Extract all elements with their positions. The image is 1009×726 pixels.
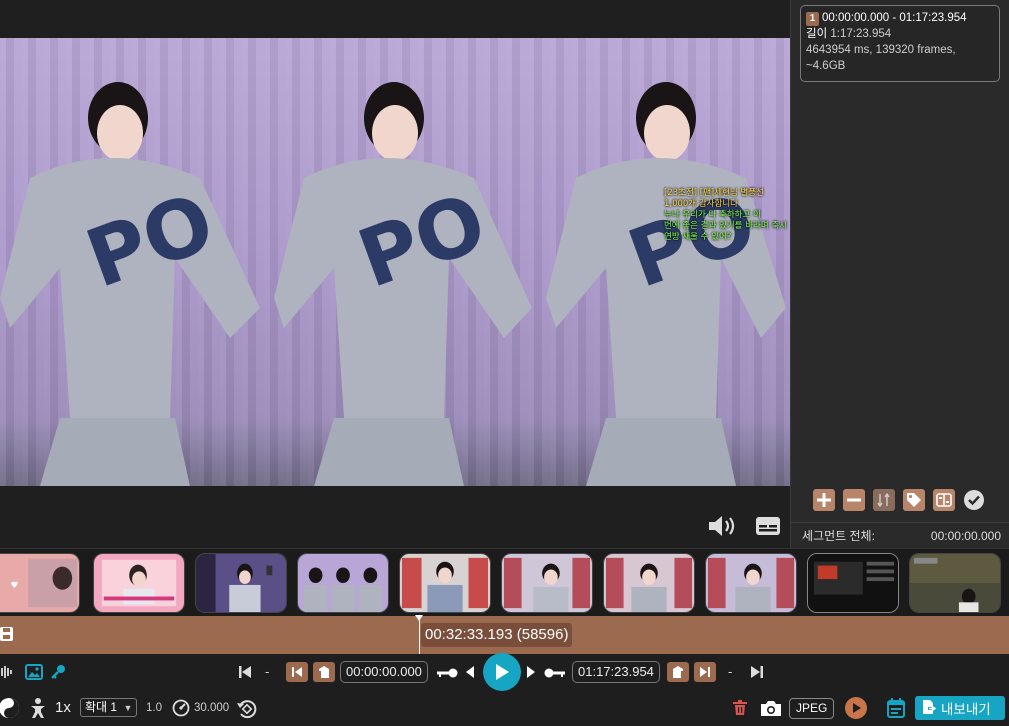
segment-item[interactable]: 1 00:00:00.000 - 01:17:23.954 길이 1:17:23.… (800, 5, 1000, 82)
segment-range: 00:00:00.000 - 01:17:23.954 (822, 12, 967, 24)
chat-overlay: [23초전] [팬]세현님 별풍선 1,000개 감사합니다 누나 우리가 다 … (664, 188, 790, 243)
bottom-toolbar: 1x 확대 1 ▼ 1.0 30.000 JPEG 내보내기 (0, 690, 1009, 726)
chat-line: 1,000개 감사합니다 (664, 199, 738, 209)
subtitles-icon[interactable] (753, 514, 783, 538)
jump-cut-start-button[interactable] (286, 662, 308, 682)
key-end-icon[interactable] (544, 666, 566, 684)
chat-line: 연방 새울 수 있어? (664, 232, 732, 242)
video-player[interactable]: PO PO PO [23초전] [팬]세현님 별풍선 1,000개 감사합니다 … (0, 0, 790, 548)
rotate-icon[interactable] (236, 698, 258, 725)
thumbnail[interactable] (297, 553, 389, 613)
segment-number-badge: 1 (806, 12, 819, 26)
jump-end-icon[interactable] (750, 665, 764, 684)
segment-length-label: 길이 (806, 28, 828, 40)
thumbnail[interactable] (195, 553, 287, 613)
playback-speed[interactable]: 1x (55, 699, 71, 716)
add-segment-button[interactable] (813, 489, 835, 511)
video-panel-right: PO (536, 38, 790, 486)
play-selection-icon[interactable] (844, 696, 868, 725)
thumbnail[interactable] (807, 553, 899, 613)
set-cut-end-icon[interactable] (667, 662, 689, 682)
thumbnail[interactable] (93, 553, 185, 613)
video-frame[interactable]: PO PO PO [23초전] [팬]세현님 별풍선 1,000개 감사합니다 … (0, 38, 790, 486)
cut-start-time-input[interactable]: 00:00:00.000 (340, 661, 428, 683)
jump-cut-end-button[interactable] (694, 662, 716, 682)
segments-total-label: 세그먼트 전체: (802, 529, 875, 543)
waveform-icon[interactable] (0, 665, 16, 684)
zoom-select-value: 확대 1 (85, 700, 118, 714)
gauge-icon[interactable] (172, 699, 190, 722)
zoom-value[interactable]: 1.0 (146, 702, 162, 714)
segment-toolbar (813, 489, 985, 511)
camera-icon[interactable] (760, 699, 782, 722)
separator-dash: - (728, 664, 733, 679)
export-label: 내보내기 (941, 702, 991, 717)
set-cut-start-icon[interactable] (313, 662, 335, 682)
volume-icon[interactable] (706, 512, 740, 540)
lossless-cut-window: PO PO PO [23초전] [팬]세현님 별풍선 1,000개 감사합니다 … (0, 0, 1009, 726)
svg-text:♥: ♥ (11, 581, 19, 591)
chevron-down-icon: ▼ (123, 703, 133, 713)
check-circle-icon[interactable] (963, 489, 985, 511)
segment-stats: 4643954 ms, 139320 frames, (806, 44, 956, 56)
key-start-icon[interactable] (436, 666, 458, 684)
remove-segment-button[interactable] (843, 489, 865, 511)
step-forward-icon[interactable] (526, 665, 536, 684)
segments-total-value: 00:00:00.000 (930, 528, 1001, 543)
timeline[interactable]: 00:32:33.193 (58596) (0, 615, 1009, 654)
video-panel-left: PO (0, 38, 264, 486)
thumbnail[interactable] (501, 553, 593, 613)
thumbnail[interactable] (603, 553, 695, 613)
chat-line: [23초전] [팬]세현님 별풍선 (664, 188, 764, 198)
segment-length-value: 1:17:23.954 (830, 28, 892, 40)
segment-size: ~4.6GB (806, 60, 846, 72)
thumbnail[interactable]: ♥ (0, 553, 80, 613)
thumbnail[interactable] (909, 553, 1001, 613)
play-button[interactable] (483, 653, 521, 691)
cut-end-time-input[interactable]: 01:17:23.954 (572, 661, 660, 683)
segments-panel: 1 00:00:00.000 - 01:17:23.954 길이 1:17:23.… (790, 0, 1009, 548)
save-icon[interactable] (0, 626, 14, 642)
playhead[interactable] (419, 616, 420, 654)
thumbnail[interactable] (705, 553, 797, 613)
video-panel-center: PO (264, 38, 536, 486)
thumbnail[interactable] (399, 553, 491, 613)
split-segment-button[interactable] (933, 489, 955, 511)
screenshot-format-select[interactable]: JPEG (789, 698, 835, 719)
chat-line: 누나 우리가 다 축하하고 이 (664, 210, 761, 220)
current-time-readout: 00:32:33.193 (58596) (421, 623, 573, 647)
key-icon[interactable] (50, 664, 66, 685)
export-button[interactable]: 내보내기 (915, 696, 1005, 720)
jump-start-icon[interactable] (238, 665, 252, 684)
zoom-select[interactable]: 확대 1 ▼ (80, 698, 138, 717)
tag-icon[interactable] (903, 489, 925, 511)
fps-value[interactable]: 30.000 (194, 702, 229, 714)
chat-line: 번에 좋은 결과 있기를 바라며 축시 (664, 221, 787, 231)
reorder-segments-button[interactable] (873, 489, 895, 511)
image-icon[interactable] (25, 664, 43, 685)
step-back-icon[interactable] (465, 665, 475, 684)
separator-dash: - (265, 664, 270, 679)
yin-yang-icon[interactable] (0, 697, 20, 724)
export-icon (921, 699, 937, 718)
segments-total: 세그먼트 전체: 00:00:00.000 (791, 522, 1009, 548)
person-icon[interactable] (29, 697, 47, 724)
calendar-icon[interactable] (887, 698, 905, 723)
thumbnail-strip[interactable]: ♥ (0, 548, 1009, 616)
trash-icon[interactable] (733, 700, 747, 721)
